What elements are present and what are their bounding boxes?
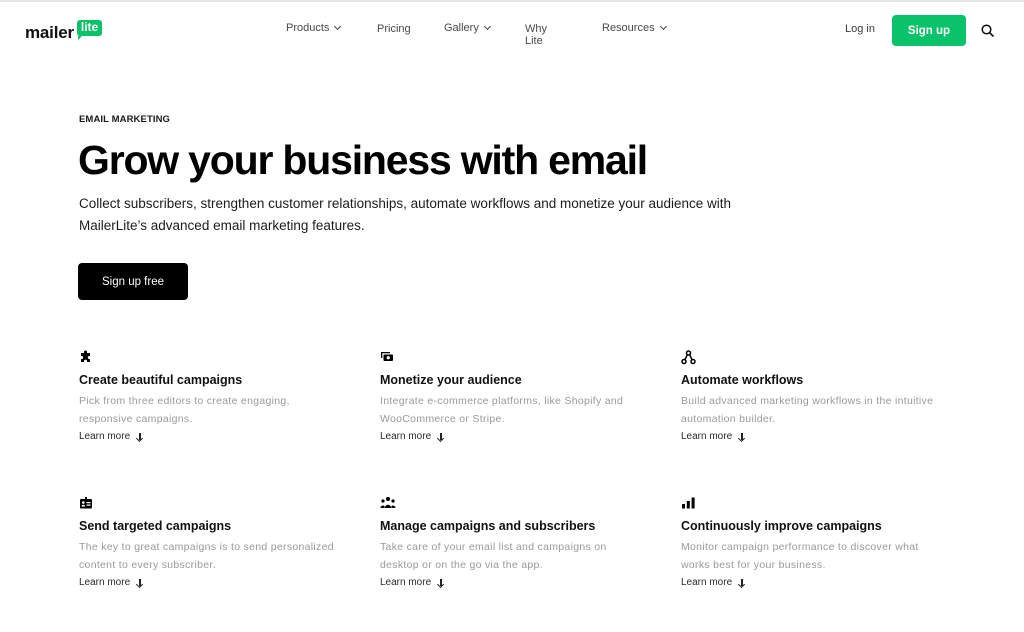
- arrow-down-icon: [738, 578, 746, 588]
- search-icon[interactable]: [981, 24, 994, 37]
- nav-why-lite[interactable]: Why Lite: [525, 23, 547, 47]
- learn-more-label: Learn more: [380, 577, 432, 588]
- nav-resources[interactable]: Resources: [602, 22, 667, 34]
- chevron-down-icon: [334, 22, 342, 31]
- arrow-down-icon: [437, 578, 445, 588]
- nav-resources-label: Resources: [602, 22, 655, 34]
- logo-badge: lite: [76, 20, 103, 40]
- workflow-icon: [681, 350, 697, 366]
- learn-more-link[interactable]: Learn more: [380, 577, 445, 588]
- learn-more-label: Learn more: [681, 577, 733, 588]
- feature-title: Manage campaigns and subscribers: [380, 519, 596, 533]
- feature-title: Create beautiful campaigns: [79, 373, 243, 387]
- id-card-icon: [79, 496, 95, 512]
- nav-why-lite-label: Why Lite: [525, 23, 547, 47]
- learn-more-label: Learn more: [380, 431, 432, 442]
- mailerlite-logo[interactable]: mailer lite: [25, 20, 103, 43]
- feature-description: Pick from three editors to create engagi…: [79, 395, 290, 425]
- learn-more-link[interactable]: Learn more: [380, 431, 445, 442]
- sign-up-free-button[interactable]: Sign up free: [78, 263, 188, 300]
- feature-title: Automate workflows: [681, 373, 804, 387]
- arrow-down-icon: [437, 432, 445, 442]
- feature-title: Send targeted campaigns: [79, 519, 232, 533]
- chevron-down-icon: [659, 22, 667, 31]
- logo-wordmark: mailer: [25, 23, 74, 42]
- learn-more-link[interactable]: Learn more: [79, 577, 144, 588]
- hero-description: Collect subscribers, strengthen customer…: [79, 196, 732, 233]
- login-link[interactable]: Log in: [845, 23, 875, 35]
- learn-more-link[interactable]: Learn more: [79, 431, 144, 442]
- hero-eyebrow: EMAIL MARKETING: [79, 114, 171, 125]
- nav-pricing[interactable]: Pricing: [377, 23, 411, 35]
- nav-products-label: Products: [286, 22, 330, 34]
- bar-chart-icon: [681, 496, 697, 512]
- site-header: mailer lite Products Pricing Gallery Why…: [0, 2, 1024, 58]
- arrow-down-icon: [136, 578, 144, 588]
- chevron-down-icon: [483, 22, 491, 31]
- learn-more-link[interactable]: Learn more: [681, 431, 746, 442]
- arrow-down-icon: [136, 432, 144, 442]
- users-icon: [380, 496, 396, 512]
- signup-button[interactable]: Sign up: [892, 15, 966, 46]
- page-title: Grow your business with email: [78, 137, 648, 183]
- feature-title: Monetize your audience: [380, 373, 522, 387]
- feature-title: Continuously improve campaigns: [681, 519, 882, 533]
- learn-more-label: Learn more: [79, 431, 131, 442]
- learn-more-label: Learn more: [79, 577, 131, 588]
- money-icon: [380, 350, 396, 366]
- feature-description: Integrate e-commerce platforms, like Sho…: [380, 395, 624, 425]
- puzzle-icon: [79, 350, 95, 366]
- nav-gallery[interactable]: Gallery: [444, 22, 491, 34]
- feature-description: Take care of your email list and campaig…: [380, 541, 607, 571]
- learn-more-label: Learn more: [681, 431, 733, 442]
- arrow-down-icon: [738, 432, 746, 442]
- nav-gallery-label: Gallery: [444, 22, 479, 34]
- feature-description: Build advanced marketing workflows in th…: [681, 395, 934, 425]
- nav-products[interactable]: Products: [286, 22, 342, 34]
- feature-description: Monitor campaign performance to discover…: [681, 541, 919, 571]
- nav-pricing-label: Pricing: [377, 23, 411, 35]
- feature-description: The key to great campaigns is to send pe…: [79, 541, 334, 571]
- learn-more-link[interactable]: Learn more: [681, 577, 746, 588]
